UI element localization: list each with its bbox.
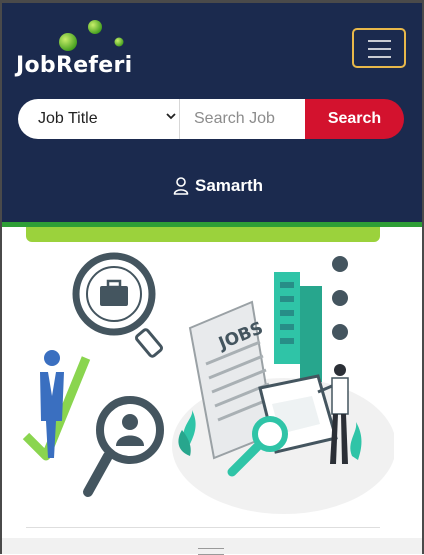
user-icon [173, 177, 189, 195]
hamburger-bar [368, 56, 391, 58]
candidate-figure-icon [22, 350, 91, 461]
chevron-down-icon [166, 113, 176, 120]
hamburger-menu-icon [368, 40, 391, 42]
navbar-toggle-button[interactable] [352, 28, 406, 68]
job-search-form: Job Title Search Job Search [18, 99, 404, 139]
search-category-select[interactable]: Job Title [18, 99, 179, 139]
promo-bar [26, 227, 380, 242]
search-input[interactable]: Search Job [179, 99, 305, 139]
briefcase-magnifier-icon [72, 252, 163, 358]
content-divider [26, 527, 380, 528]
logo-text: JobReferi [16, 53, 133, 78]
search-button[interactable]: Search [305, 99, 404, 139]
person-magnifier-icon [83, 396, 164, 497]
logo-bubbles-icon [59, 20, 124, 51]
hamburger-bar [368, 48, 391, 50]
site-header: JobReferi Job Title Search Job Search Sa… [2, 3, 422, 222]
brand-logo[interactable]: JobReferi [16, 17, 146, 79]
user-account-link[interactable]: Samarth [173, 175, 263, 197]
coins-icon [332, 256, 348, 340]
user-name: Samarth [195, 176, 264, 195]
job-search-illustration: JOBS [14, 246, 396, 518]
teal-building-icon [274, 272, 322, 382]
select-value: Job Title [38, 110, 98, 127]
search-placeholder: Search Job [194, 110, 275, 127]
